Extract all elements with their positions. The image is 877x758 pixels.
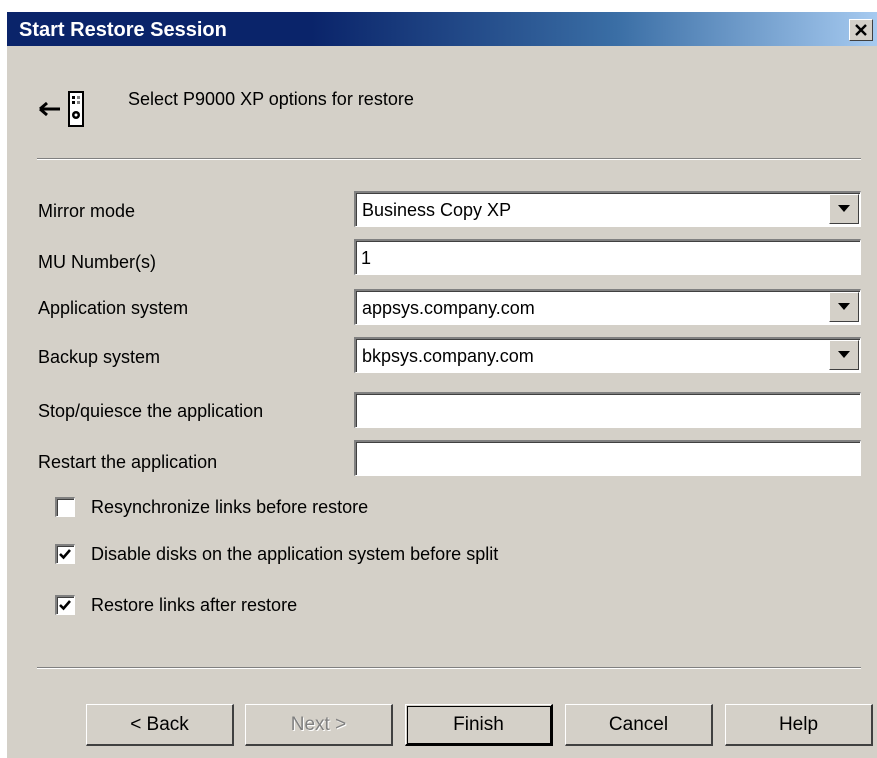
- backup-system-label: Backup system: [38, 347, 161, 367]
- help-button-label: Help: [778, 713, 819, 735]
- footer-separator: [37, 667, 861, 669]
- resync-links-checkbox-row[interactable]: Resynchronize links before restore: [55, 495, 368, 519]
- wizard-step-description: Select P9000 XP options for restore: [128, 89, 414, 109]
- cancel-button[interactable]: Cancel: [565, 704, 713, 746]
- mirror-mode-dropdown-button[interactable]: [829, 194, 859, 224]
- restore-links-checkbox-row[interactable]: Restore links after restore: [55, 593, 297, 617]
- window-title: Start Restore Session: [19, 19, 227, 41]
- mirror-mode-label: Mirror mode: [38, 201, 136, 221]
- restore-links-checkbox[interactable]: [55, 595, 75, 615]
- next-button[interactable]: Next >: [245, 704, 393, 746]
- application-system-label: Application system: [38, 298, 189, 318]
- restart-application-input[interactable]: [354, 440, 861, 476]
- mirror-mode-value: Business Copy XP: [362, 200, 512, 220]
- mu-numbers-input[interactable]: 1: [354, 239, 861, 275]
- restart-application-label: Restart the application: [38, 452, 218, 472]
- next-button-label: Next >: [290, 713, 347, 735]
- restore-links-label[interactable]: Restore links after restore: [91, 594, 297, 616]
- chevron-down-icon: [838, 303, 850, 310]
- checkmark-icon: [59, 549, 71, 560]
- finish-button-label: Finish: [453, 713, 504, 735]
- disable-disks-checkbox[interactable]: [55, 544, 75, 564]
- resync-links-checkbox[interactable]: [55, 497, 75, 517]
- stop-quiesce-label: Stop/quiesce the application: [38, 401, 264, 421]
- backup-system-dropdown-button[interactable]: [829, 340, 859, 370]
- disable-disks-checkbox-row[interactable]: Disable disks on the application system …: [55, 542, 498, 566]
- resync-links-label[interactable]: Resynchronize links before restore: [91, 496, 368, 518]
- cancel-button-label: Cancel: [608, 713, 669, 735]
- application-system-dropdown-button[interactable]: [829, 292, 859, 322]
- finish-button[interactable]: Finish: [405, 704, 553, 746]
- mu-numbers-value: 1: [361, 248, 372, 268]
- title-bar[interactable]: Start Restore Session: [7, 12, 877, 46]
- restore-session-dialog: Start Restore Session Select P9000 XP op…: [7, 12, 877, 758]
- backup-system-value: bkpsys.company.com: [362, 346, 534, 366]
- chevron-down-icon: [838, 351, 850, 358]
- disable-disks-label[interactable]: Disable disks on the application system …: [91, 543, 498, 565]
- back-button-label: < Back: [130, 713, 189, 735]
- backup-system-select[interactable]: bkpsys.company.com: [354, 337, 861, 373]
- mu-numbers-label: MU Number(s): [38, 252, 157, 272]
- restore-device-icon: [39, 91, 84, 127]
- header-separator: [37, 158, 861, 160]
- help-button[interactable]: Help: [725, 704, 873, 746]
- chevron-down-icon: [838, 205, 850, 212]
- application-system-select[interactable]: appsys.company.com: [354, 289, 861, 325]
- mirror-mode-select[interactable]: Business Copy XP: [354, 191, 861, 227]
- application-system-value: appsys.company.com: [362, 298, 535, 318]
- checkmark-icon: [59, 600, 71, 611]
- close-button[interactable]: [849, 19, 873, 41]
- close-icon: [855, 24, 867, 36]
- stop-quiesce-input[interactable]: [354, 392, 861, 428]
- back-button[interactable]: < Back: [86, 704, 234, 746]
